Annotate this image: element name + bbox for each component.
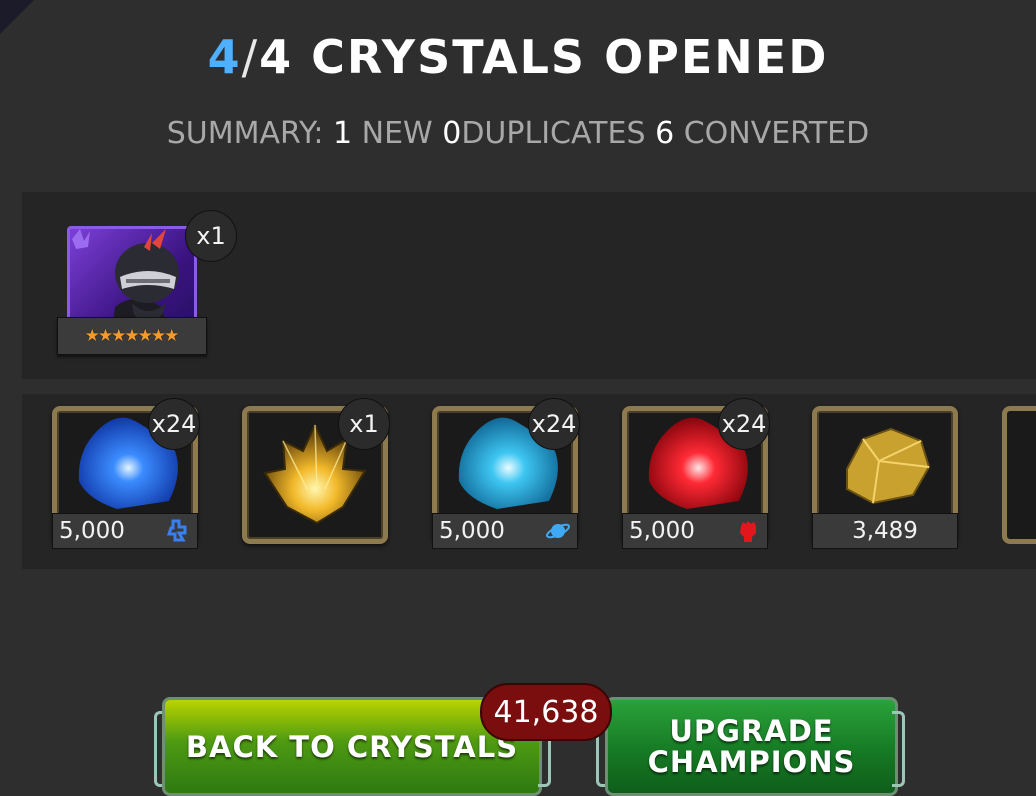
tech-class-icon bbox=[166, 519, 187, 542]
item-rewards-panel: 5,000 x24 x1 5,000 x24 5,000 x24 3,489 bbox=[22, 394, 1036, 569]
corner-decoration bbox=[0, 0, 34, 34]
opened-count: 4 bbox=[207, 30, 242, 84]
back-button-label: BACK TO CRYSTALS bbox=[185, 729, 519, 764]
gold-nugget-icon bbox=[846, 427, 931, 505]
upgrade-label-line2: CHAMPIONS bbox=[647, 744, 856, 779]
reward-item-gold[interactable]: 3,489 bbox=[812, 406, 958, 550]
champion-star-rating: ★ ★ ★ ★ ★ ★ ★ bbox=[57, 317, 207, 355]
duplicate-label: DUPLICATES bbox=[461, 116, 646, 151]
upgrade-button-label: UPGRADE CHAMPIONS bbox=[647, 713, 856, 779]
champion-rewards-panel: ★ ★ ★ ★ ★ ★ ★ x1 bbox=[22, 192, 1036, 379]
item-value-bar: 5,000 bbox=[52, 513, 198, 549]
item-quantity-badge: x24 bbox=[148, 398, 200, 450]
title-text: 4 CRYSTALS OPENED bbox=[259, 30, 829, 84]
item-quantity-badge: x24 bbox=[528, 398, 580, 450]
converted-label: CONVERTED bbox=[683, 116, 870, 151]
item-value: 5,000 bbox=[439, 518, 505, 544]
title-separator: / bbox=[241, 30, 260, 84]
mutant-fist-icon bbox=[740, 521, 756, 542]
reward-item-gold-crystal[interactable]: x1 bbox=[242, 398, 390, 550]
star-icon: ★ bbox=[164, 326, 180, 346]
cosmic-class-icon bbox=[545, 523, 571, 539]
item-value: 5,000 bbox=[629, 518, 695, 544]
item-quantity-badge: x1 bbox=[338, 398, 390, 450]
item-value-bar: 3,489 bbox=[812, 513, 958, 549]
reward-item-partial[interactable] bbox=[1002, 406, 1036, 544]
upgrade-champions-button[interactable]: UPGRADE CHAMPIONS bbox=[605, 697, 898, 796]
upgrade-cost-badge: 41,638 bbox=[480, 683, 612, 741]
new-label: NEW bbox=[361, 116, 433, 151]
duplicate-count: 0 bbox=[442, 116, 462, 151]
summary-line: SUMMARY: 1 NEW 0DUPLICATES 6 CONVERTED bbox=[0, 116, 1036, 151]
button-bracket-right bbox=[892, 711, 905, 787]
item-value-bar: 5,000 bbox=[622, 513, 768, 549]
item-value-bar: 5,000 bbox=[432, 513, 578, 549]
reward-item-red-shard[interactable]: 5,000 x24 bbox=[622, 398, 770, 550]
champion-quantity-badge: x1 bbox=[185, 210, 237, 262]
reward-item-cosmic-shard[interactable]: 5,000 x24 bbox=[52, 398, 200, 550]
page-title: 4/4 CRYSTALS OPENED bbox=[0, 30, 1036, 84]
summary-label: SUMMARY: bbox=[166, 116, 324, 151]
new-count: 1 bbox=[332, 116, 353, 151]
item-quantity-badge: x24 bbox=[718, 398, 770, 450]
converted-count: 6 bbox=[655, 116, 675, 151]
upgrade-label-line1: UPGRADE bbox=[669, 713, 834, 748]
champion-card[interactable]: ★ ★ ★ ★ ★ ★ ★ x1 bbox=[57, 210, 237, 358]
item-value: 3,489 bbox=[852, 518, 918, 544]
item-value: 5,000 bbox=[59, 518, 125, 544]
reward-item-cosmic-shard-cyan[interactable]: 5,000 x24 bbox=[432, 398, 580, 550]
